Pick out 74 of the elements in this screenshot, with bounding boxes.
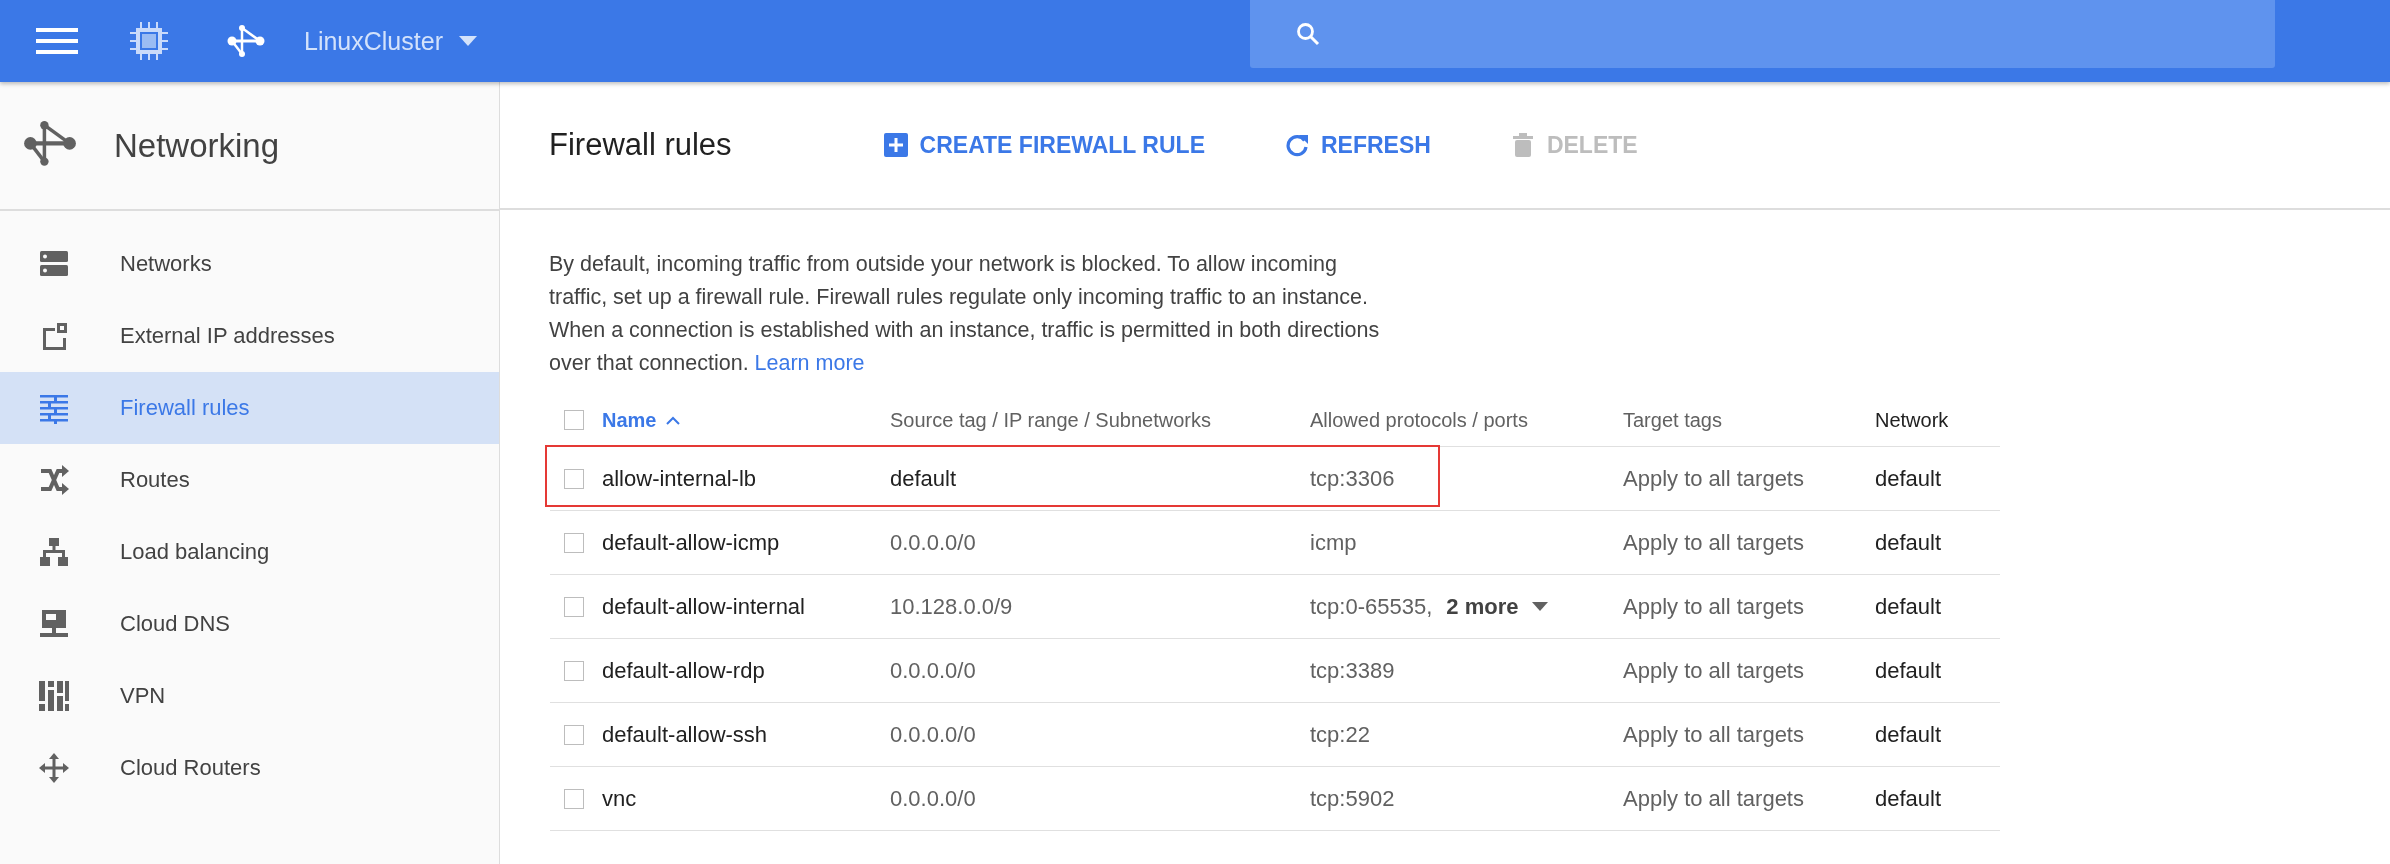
table-cell-text: tcp:5902 — [1310, 785, 1396, 812]
table-cell-text: Apply to all targets — [1623, 657, 1805, 684]
table-cell-text: 0.0.0.0/0 — [890, 721, 977, 748]
column-header[interactable]: Name — [602, 408, 890, 432]
shuffle-icon — [38, 464, 70, 496]
column-header[interactable]: Allowed protocols / ports — [1310, 408, 1623, 432]
checkbox[interactable] — [564, 788, 584, 809]
table-cell-text: tcp:3389 — [1310, 657, 1396, 684]
table-cell-text: 0.0.0.0/0 — [890, 529, 977, 556]
table-cell-text: 10.128.0.0/9 — [890, 593, 1014, 620]
table-cell-text: Apply to all targets — [1623, 785, 1805, 812]
table-cell-text: default — [1875, 593, 1943, 620]
table-cell-text: default — [1875, 721, 1943, 748]
checkbox[interactable] — [564, 596, 584, 617]
caret-icon — [458, 36, 477, 46]
table-cell-text: tcp:22 — [1310, 721, 1371, 748]
brick-wall-icon — [38, 392, 70, 424]
table-cell-text: 0.0.0.0/0 — [890, 785, 977, 812]
checkbox[interactable] — [564, 724, 584, 745]
table-cell-text: icmp — [1310, 529, 1358, 556]
bars-icon — [38, 680, 70, 712]
sidebar-item[interactable]: Routes — [0, 444, 499, 516]
action-button[interactable]: CREATE FIREWALL RULE — [883, 131, 1205, 159]
table-cell-text: default — [1875, 529, 1943, 556]
menu-icon[interactable] — [36, 26, 78, 56]
column-header[interactable]: Network — [1875, 408, 2000, 432]
trash-icon — [1510, 133, 1535, 157]
table-cell-text: default — [890, 465, 958, 492]
network-icon[interactable] — [226, 23, 266, 59]
caret-icon — [1532, 602, 1549, 611]
chip-icon[interactable] — [130, 22, 168, 60]
sidebar-item[interactable]: Load balancing — [0, 516, 499, 588]
table-cell-text: default-allow-rdp — [602, 657, 766, 684]
learn-more-link[interactable]: Learn more — [754, 351, 865, 375]
checkbox[interactable] — [564, 660, 584, 681]
refresh-icon — [1285, 133, 1309, 157]
column-header[interactable]: Target tags — [1623, 408, 1875, 432]
table-cell-text: Apply to all targets — [1623, 721, 1805, 748]
plus-icon — [883, 133, 908, 157]
table-cell-text: Apply to all targets — [1623, 465, 1805, 492]
sidebar-item[interactable]: Networks — [0, 228, 499, 300]
sidebar-item[interactable]: Cloud DNS — [0, 588, 499, 660]
table-cell-text: Apply to all targets — [1623, 529, 1805, 556]
table-cell-text: default-allow-ssh — [602, 721, 769, 748]
sidebar-item[interactable]: Cloud Routers — [0, 732, 499, 804]
table-cell-text: default — [1875, 657, 1943, 684]
table-cell-text: default-allow-icmp — [602, 529, 781, 556]
sidebar-item[interactable]: VPN — [0, 660, 499, 732]
action-button[interactable]: REFRESH — [1285, 131, 1431, 159]
more-dropdown[interactable]: 2 more — [1446, 593, 1549, 620]
sidebar-item[interactable]: External IP addresses — [0, 300, 499, 372]
search-icon — [1296, 22, 1320, 46]
checkbox[interactable] — [564, 532, 584, 553]
search-field[interactable] — [1250, 0, 2275, 68]
project-selector[interactable]: LinuxCluster — [304, 26, 477, 56]
hierarchy-icon — [38, 536, 70, 568]
checkbox[interactable] — [564, 468, 584, 489]
table-cell-text: allow-internal-lb — [602, 465, 758, 492]
four-arrows-icon — [38, 752, 70, 784]
table-cell-text: 0.0.0.0/0 — [890, 657, 977, 684]
table-cell-text: default — [1875, 465, 1943, 492]
table-cell-text: tcp:3306 — [1310, 465, 1396, 492]
column-header[interactable]: Source tag / IP range / Subnetworks — [890, 408, 1310, 432]
checkbox[interactable] — [564, 410, 584, 430]
description-text: By default, incoming traffic from outside your network is blocked. To allow incoming traffic, set up a firewall rule. Firewall rules regulate only incoming traffic to an instance. When a connection is established with an instance, traffic is permitted in both directions over that connection. Learn more — [549, 251, 1381, 377]
table-cell-text: default-allow-internal — [602, 593, 806, 620]
monitor-icon — [38, 608, 70, 640]
table-cell: tcp:0-65535, — [1310, 593, 1433, 620]
sidebar-title: Networking — [114, 126, 280, 165]
page-title: Firewall rules — [549, 127, 732, 163]
sidebar-item[interactable]: Firewall rules — [0, 372, 499, 444]
table-cell-text: vnc — [602, 785, 638, 812]
table-cell-text: default — [1875, 785, 1943, 812]
table-cell-text: Apply to all targets — [1623, 593, 1805, 620]
